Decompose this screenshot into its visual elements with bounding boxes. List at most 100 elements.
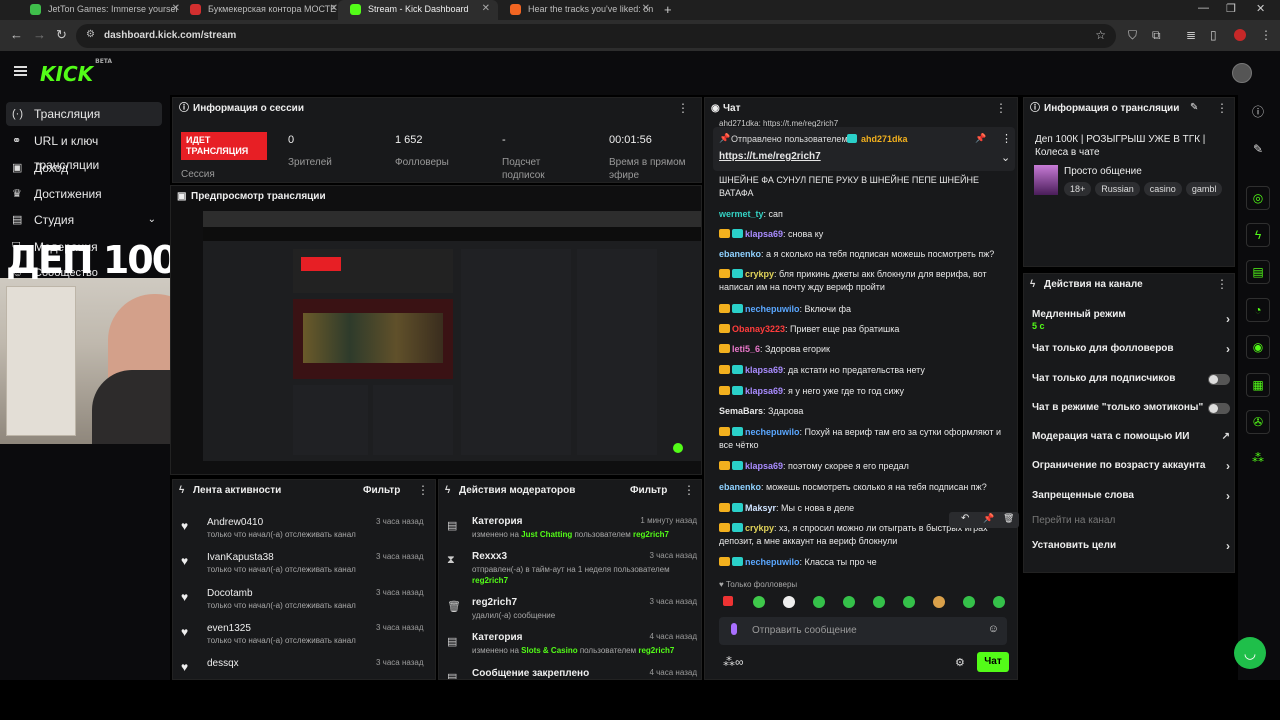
restore-icon[interactable]: ❐ xyxy=(1226,2,1236,15)
kick-logo[interactable]: KICKBETA xyxy=(40,58,112,86)
community-icon[interactable]: ⁂∞ xyxy=(723,655,744,669)
stream-preview-video[interactable] xyxy=(203,211,701,461)
pinned-message[interactable]: 📌 Отправлено пользователем ahd271dka htt… xyxy=(713,127,1015,171)
sidebar-item-stream[interactable]: (·) Трансляция xyxy=(6,102,162,126)
side-panel-icon[interactable]: ▯ xyxy=(1210,28,1217,42)
wrench-icon[interactable]: ✇ xyxy=(1246,410,1270,434)
tag[interactable]: casino xyxy=(1143,182,1182,196)
chat-username[interactable]: leti5_6 xyxy=(732,344,760,354)
chat-username[interactable]: ebanenko xyxy=(719,482,761,492)
support-headset-icon[interactable]: ◡ xyxy=(1234,637,1266,669)
browser-tab-active[interactable]: Stream - Kick Dashboard ✕ xyxy=(338,0,498,20)
kebab-menu-icon[interactable]: ⋮ xyxy=(677,102,689,114)
sidebar-item-revenue[interactable]: ▣ Доход xyxy=(6,156,162,180)
document-icon[interactable]: ▤ xyxy=(1246,260,1270,284)
info-icon[interactable]: ⓘ xyxy=(1246,101,1270,125)
media-controls-icon[interactable]: ≣ xyxy=(1186,28,1196,42)
category-link[interactable]: Slots & Casino xyxy=(521,646,577,655)
url-bar[interactable]: ⚙ dashboard.kick.com/stream ☆ xyxy=(76,24,1116,48)
category-name[interactable]: Просто общение xyxy=(1064,166,1142,177)
emote-icon[interactable] xyxy=(723,596,733,606)
close-tab-icon[interactable]: ✕ xyxy=(330,0,338,18)
chat-input[interactable]: Отправить сообщение ☺ xyxy=(719,617,1007,645)
chat-username[interactable]: ebanenko xyxy=(719,249,761,259)
extensions-icon[interactable]: ⧉ xyxy=(1152,28,1161,43)
user-link[interactable]: reg2rich7 xyxy=(472,576,508,585)
category-link[interactable]: Just Chatting xyxy=(521,530,572,539)
emote-icon[interactable] xyxy=(843,596,855,608)
emote-icon[interactable] xyxy=(993,596,1005,608)
bookmark-star-icon[interactable]: ☆ xyxy=(1095,28,1106,42)
pin-message-icon[interactable]: 📌 xyxy=(983,513,994,524)
activity-user[interactable]: IvanKapusta38 xyxy=(207,552,274,563)
chat-username[interactable]: crykpy xyxy=(745,523,774,533)
go-to-channel-item[interactable]: Перейти на канал xyxy=(1032,510,1224,532)
kebab-menu-icon[interactable]: ⋮ xyxy=(995,102,1007,114)
emote-icon[interactable] xyxy=(933,596,945,608)
followers-only-chat-item[interactable]: Чат только для фолловеров › xyxy=(1032,338,1230,360)
activity-user[interactable]: Docotamb xyxy=(207,588,253,599)
back-icon[interactable]: ← xyxy=(10,28,23,42)
chat-username[interactable]: klapsa69 xyxy=(745,461,783,471)
unpin-icon[interactable]: 📌 xyxy=(975,133,986,144)
mod-action-title[interactable]: reg2rich7 xyxy=(472,597,517,608)
browser-tab[interactable]: JetTon Games: Immerse yoursel ✕ xyxy=(18,0,188,20)
minimize-icon[interactable]: — xyxy=(1198,2,1209,14)
chat-username[interactable]: nechepuwilo xyxy=(745,304,800,314)
chat-username[interactable]: crykpy xyxy=(745,269,774,279)
chat-username[interactable]: klapsa69 xyxy=(745,365,783,375)
tag[interactable]: 18+ xyxy=(1064,182,1092,196)
user-avatar[interactable] xyxy=(1232,63,1252,83)
pinned-user[interactable]: ahd271dka xyxy=(861,134,908,144)
activity-user[interactable]: even1325 xyxy=(207,623,251,634)
sidebar-item-url-key[interactable]: ⚭ URL и ключ трансляции xyxy=(6,129,162,172)
category-thumbnail[interactable] xyxy=(1034,165,1058,195)
community-icon[interactable]: ⁂ xyxy=(1246,447,1270,471)
emote-icon[interactable] xyxy=(753,596,765,608)
filter-button[interactable]: Фильтр xyxy=(363,480,400,502)
chat-username[interactable]: klapsa69 xyxy=(745,386,783,396)
settings-gear-icon[interactable]: ⚙ xyxy=(955,656,965,669)
reload-icon[interactable]: ↻ xyxy=(56,28,67,42)
chevron-down-icon[interactable]: ⌄ xyxy=(1001,151,1010,164)
activity-user[interactable]: Andrew0410 xyxy=(207,517,263,528)
subscribers-only-toggle[interactable] xyxy=(1208,374,1230,385)
slow-mode-item[interactable]: Медленный режим 5 с › xyxy=(1032,304,1230,334)
tag[interactable]: gambl xyxy=(1185,182,1223,196)
broadcast-icon[interactable]: ◉ xyxy=(1246,335,1270,359)
activity-user[interactable]: dessqx xyxy=(207,658,239,669)
emoji-icon[interactable]: ☺ xyxy=(988,623,999,635)
set-goals-item[interactable]: Установить цели › xyxy=(1032,535,1230,557)
browser-menu-icon[interactable]: ⋮ xyxy=(1260,28,1272,42)
target-icon[interactable]: ◎ xyxy=(1246,186,1270,210)
banned-words-item[interactable]: Запрещенные слова › xyxy=(1032,485,1230,507)
ai-moderation-item[interactable]: Модерация чата с помощью ИИ ↗ xyxy=(1032,426,1230,448)
microphone-icon[interactable] xyxy=(731,623,737,635)
kebab-menu-icon[interactable]: ⋮ xyxy=(1216,278,1228,290)
filter-button[interactable]: Фильтр xyxy=(630,480,667,502)
emote-icon[interactable] xyxy=(873,596,885,608)
user-link[interactable]: reg2rich7 xyxy=(638,646,674,655)
kebab-menu-icon[interactable]: ⋮ xyxy=(683,484,695,496)
user-link[interactable]: reg2rich7 xyxy=(633,530,669,539)
kebab-menu-icon[interactable]: ⋮ xyxy=(417,484,429,496)
emote-icon[interactable] xyxy=(813,596,825,608)
chat-username[interactable]: wermet_ty xyxy=(719,209,764,219)
account-age-item[interactable]: Ограничение по возрасту аккаунта › xyxy=(1032,455,1230,477)
new-tab-icon[interactable]: + xyxy=(664,2,672,17)
send-chat-button[interactable]: Чат xyxy=(977,652,1009,672)
profile-avatar-icon[interactable] xyxy=(1234,29,1246,41)
chat-username[interactable]: nechepuwilo xyxy=(745,557,800,567)
close-tab-icon[interactable]: ✕ xyxy=(482,0,490,18)
browser-tab[interactable]: Букмекерская контора МОСТЕ ✕ xyxy=(178,0,346,20)
emote-only-toggle[interactable] xyxy=(1208,403,1230,414)
close-window-icon[interactable]: ✕ xyxy=(1256,2,1265,15)
site-info-icon[interactable]: ⚙ xyxy=(86,29,95,40)
edit-pencil-icon[interactable]: ✎ xyxy=(1246,138,1270,162)
delete-message-icon[interactable]: 🗑 xyxy=(1003,513,1014,524)
sidebar-item-studio[interactable]: ▤ Студия ⌄ xyxy=(6,208,162,232)
chat-icon[interactable]: ◔ xyxy=(1246,298,1270,322)
pinned-link[interactable]: https://t.me/reg2rich7 xyxy=(719,151,821,162)
lightning-icon[interactable]: ϟ xyxy=(1246,223,1270,247)
chat-username[interactable]: klapsa69 xyxy=(745,229,783,239)
